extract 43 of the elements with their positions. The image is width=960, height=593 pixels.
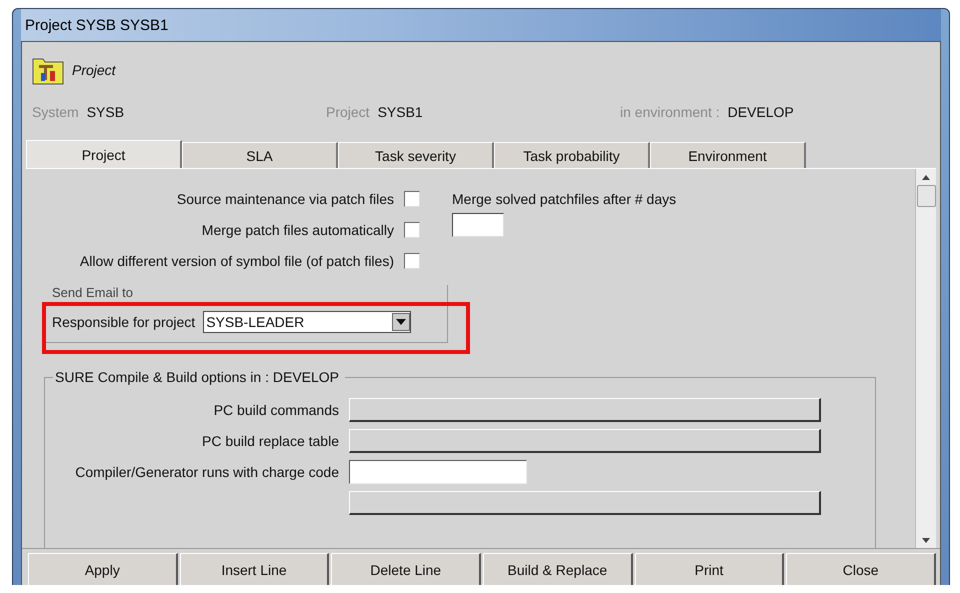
field-label: Responsible for project [52,314,196,330]
action-button[interactable]: Build & Replace [483,553,633,585]
tab[interactable]: Task probability [494,142,650,168]
field-label: Compiler/Generator runs with charge code [74,464,339,480]
tab[interactable]: Environment [650,142,806,168]
action-button[interactable]: Delete Line [331,553,482,585]
field-value: DEVELOP [728,104,794,120]
header-caption: Project [72,62,116,78]
window-title: Project SYSB SYSB1 [24,16,168,34]
field-label: PC build commands [212,402,339,418]
checkbox[interactable] [404,253,420,269]
wide-button[interactable] [349,398,821,422]
tab[interactable]: Project [26,140,182,168]
action-button[interactable]: Close [786,553,936,585]
scroll-thumb[interactable] [916,185,936,207]
dropdown-arrow-icon[interactable] [396,319,406,325]
scrollbar[interactable] [915,169,936,548]
group-title: Send Email to [52,285,134,301]
option-label: Merge patch files automatically [202,222,394,238]
checkbox[interactable] [404,222,420,238]
field-label: Project [326,104,370,120]
tab[interactable]: SLA [182,142,338,168]
responsible-dropdown[interactable]: SYSB-LEADER [203,311,412,333]
charge-code-input[interactable] [349,460,527,484]
checkbox[interactable] [404,191,420,207]
field-label: System [32,104,79,120]
action-button[interactable]: Apply [28,553,178,585]
days-input[interactable] [452,213,504,237]
scroll-up-icon[interactable] [922,174,930,180]
action-button[interactable]: Insert Line [180,553,330,585]
option-label: Allow different version of symbol file (of patch files) [80,253,394,269]
field-label: in environment : [620,104,720,120]
scroll-down-icon[interactable] [922,538,930,542]
wide-button[interactable] [349,491,821,515]
field-value: SYSB [86,104,124,120]
tab[interactable]: Task severity [338,142,494,168]
field-value: SYSB1 [378,104,423,120]
action-button[interactable]: Print [634,553,784,585]
option-label: Source maintenance via patch files [176,191,394,207]
field-label: Merge solved patchfiles after # days [452,190,676,209]
group-title: SURE Compile & Build options in : DEVELOP [53,369,346,385]
field-label: PC build replace table [201,433,339,449]
wide-button[interactable] [349,429,821,453]
